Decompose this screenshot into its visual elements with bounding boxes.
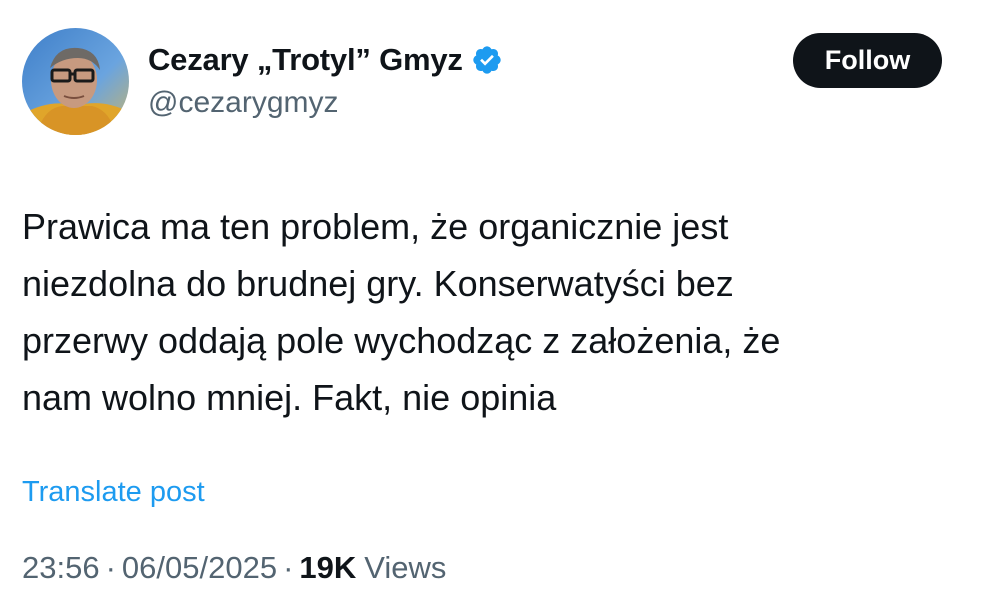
- follow-button[interactable]: Follow: [793, 33, 942, 88]
- author-display-name[interactable]: Cezary „Trotyl” Gmyz: [148, 42, 463, 78]
- verified-badge-icon[interactable]: [471, 44, 503, 76]
- tweet-card: Cezary „Trotyl” Gmyz @cezarygmyz Follow …: [0, 0, 981, 600]
- translate-post-link[interactable]: Translate post: [22, 476, 205, 509]
- avatar[interactable]: [22, 28, 129, 135]
- avatar-image: [22, 28, 129, 135]
- author-name-row: Cezary „Trotyl” Gmyz: [148, 40, 503, 80]
- author-handle[interactable]: @cezarygmyz: [148, 86, 503, 120]
- tweet-meta: 23:56 · 06/05/2025 · 19K Views: [22, 550, 446, 586]
- views-label: Views: [364, 550, 447, 585]
- views-count[interactable]: 19K: [299, 550, 356, 586]
- tweet-text: Prawica ma ten problem, że organicznie j…: [22, 206, 781, 418]
- meta-separator-2: ·: [283, 550, 294, 585]
- meta-separator: ·: [105, 550, 116, 585]
- author-info: Cezary „Trotyl” Gmyz @cezarygmyz: [148, 40, 503, 120]
- tweet-date[interactable]: 06/05/2025: [122, 550, 277, 586]
- tweet-time[interactable]: 23:56: [22, 550, 100, 586]
